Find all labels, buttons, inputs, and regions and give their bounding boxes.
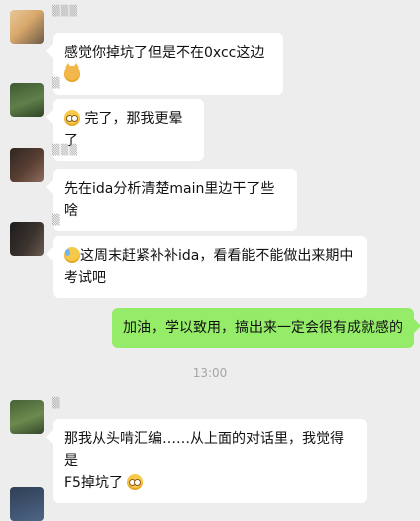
avatar[interactable]: [10, 10, 44, 44]
message-text: 感觉你掉坑了但是不在0xcc这边: [64, 45, 265, 61]
grinning-cat-icon: [64, 63, 80, 82]
message-text: 先在ida分析清楚main里边干了些啥: [64, 181, 275, 219]
sweat-smile-icon: [64, 247, 80, 263]
avatar[interactable]: [10, 222, 44, 256]
avatar[interactable]: [10, 83, 44, 117]
message-text-line-1: 这周末赶紧补补ida，看看能不能做出来期中: [80, 248, 354, 264]
sender-name-blurred: ▒: [52, 215, 61, 226]
message-bubble[interactable]: 感觉你掉坑了但是不在0xcc这边: [53, 33, 283, 95]
message-bubble[interactable]: 那我从头啃汇编……从上面的对话里，我觉得是 F5掉坑了: [53, 419, 367, 503]
message-text: 加油，学以致用，搞出来一定会很有成就感的: [123, 320, 403, 336]
sender-name-blurred: ▒▒▒: [52, 6, 79, 17]
flushed-face-icon: [64, 110, 80, 126]
avatar[interactable]: [10, 487, 44, 521]
message-text-line-2: 考试吧: [64, 270, 106, 286]
message-bubble[interactable]: 先在ida分析清楚main里边干了些啥: [53, 169, 297, 231]
message-text-line-1: 那我从头啃汇编……从上面的对话里，我觉得是: [64, 431, 344, 469]
message-bubble[interactable]: 这周末赶紧补补ida，看看能不能做出来期中 考试吧: [53, 236, 367, 298]
avatar[interactable]: [10, 400, 44, 434]
timestamp: 13:00: [192, 366, 228, 380]
message-text-line-2: F5掉坑了: [64, 475, 123, 491]
own-message-bubble[interactable]: 加油，学以致用，搞出来一定会很有成就感的: [112, 308, 414, 348]
avatar[interactable]: [10, 148, 44, 182]
sender-name-blurred: ▒: [52, 398, 61, 409]
message-text: 完了，那我更晕了: [64, 111, 183, 149]
sender-name-blurred: ▒: [52, 78, 61, 89]
flushed-face-icon: [127, 474, 144, 490]
sender-name-blurred: ▒▒▒: [52, 145, 79, 156]
